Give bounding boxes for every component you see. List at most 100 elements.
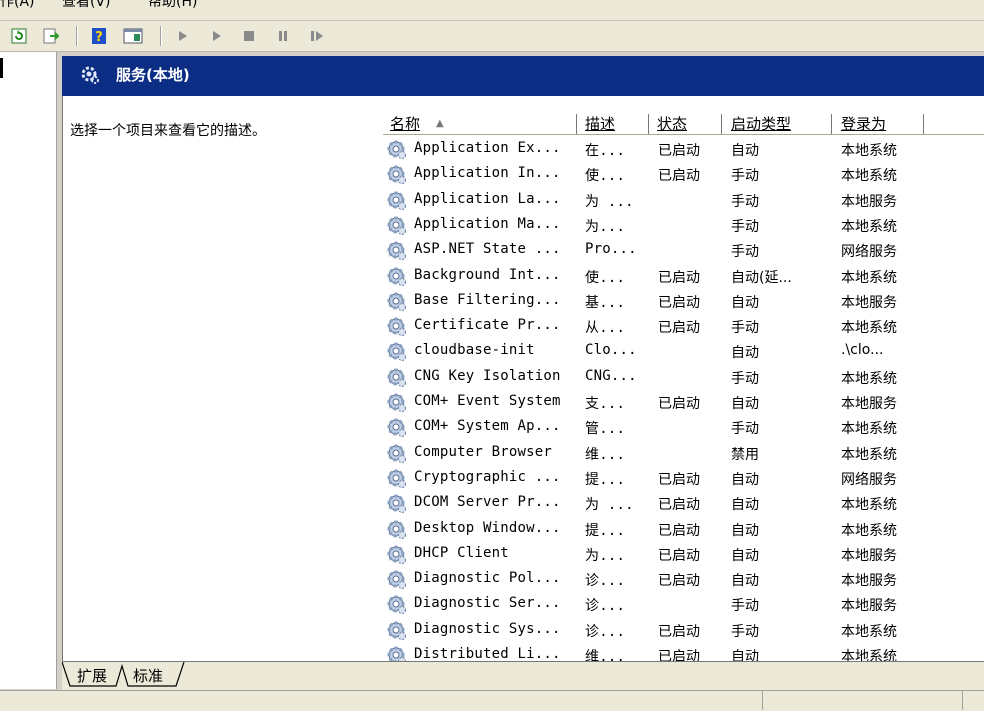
service-logon-as: 本地系统: [841, 320, 897, 337]
service-description: 使...: [585, 168, 626, 185]
service-name: Distributed Li...: [414, 646, 561, 661]
export-list-icon[interactable]: [40, 25, 62, 47]
menu-action[interactable]: 操作(A): [0, 0, 35, 12]
table-row[interactable]: Application Ma... 为... 手动 本地系统: [383, 213, 984, 238]
table-row[interactable]: COM+ System Ap... 管... 手动 本地系统: [383, 415, 984, 440]
service-logon-as: .\clo...: [841, 342, 884, 359]
service-startup-type: 自动: [731, 573, 759, 590]
gear-icon: [386, 392, 408, 414]
service-startup-type: 禁用: [731, 446, 759, 463]
service-startup-type: 手动: [731, 168, 759, 185]
service-description: 诊...: [585, 598, 626, 615]
list-tab-notch: [370, 96, 984, 114]
table-row[interactable]: ASP.NET State ... Pro... 手动 网络服务: [383, 238, 984, 263]
menu-help[interactable]: 帮助(H): [148, 0, 197, 12]
table-row[interactable]: DCOM Server Pr... 为 ... 已启动 自动 本地系统: [383, 491, 984, 516]
resume-service-icon[interactable]: [306, 25, 328, 47]
console-tree[interactable]: [0, 52, 57, 689]
gear-icon: [386, 468, 408, 490]
table-row[interactable]: Cryptographic ... 提... 已启动 自动 网络服务: [383, 466, 984, 491]
service-startup-type: 自动(延...: [731, 269, 792, 286]
menu-view[interactable]: 查看(V): [62, 0, 111, 12]
gear-icon: [386, 266, 408, 288]
service-status: 已启动: [658, 497, 700, 514]
column-header-status[interactable]: 状态: [657, 114, 687, 134]
table-row[interactable]: Background Int... 使... 已启动 自动(延... 本地系统: [383, 264, 984, 289]
table-row[interactable]: Computer Browser 维... 禁用 本地系统: [383, 441, 984, 466]
column-header-name[interactable]: 名称: [390, 114, 420, 134]
column-header-description[interactable]: 描述: [585, 114, 615, 134]
tab-standard[interactable]: 标准: [133, 665, 163, 686]
tab-extended[interactable]: 扩展: [77, 665, 107, 686]
service-description: Clo...: [585, 342, 637, 359]
pause-service-icon[interactable]: [272, 25, 294, 47]
service-logon-as: 本地系统: [841, 623, 897, 640]
service-description: 为...: [585, 218, 626, 235]
service-name: Certificate Pr...: [414, 317, 561, 334]
description-prompt: 选择一个项目来查看它的描述。: [70, 123, 266, 139]
gear-icon: [386, 316, 408, 338]
table-row[interactable]: CNG Key Isolation CNG... 手动 本地系统: [383, 365, 984, 390]
service-description: 提...: [585, 471, 626, 488]
column-header-logon-as[interactable]: 登录为: [841, 114, 886, 134]
service-description: 支...: [585, 396, 626, 412]
gear-icon: [386, 620, 408, 642]
table-row[interactable]: cloudbase-init Clo... 自动 .\clo...: [383, 339, 984, 364]
service-status: 已启动: [658, 269, 700, 286]
service-description: 诊...: [585, 623, 626, 640]
table-row[interactable]: Certificate Pr... 从... 已启动 手动 本地系统: [383, 314, 984, 339]
gear-icon: [386, 341, 408, 363]
menu-bar: 操作(A) 查看(V) 帮助(H): [0, 0, 984, 21]
gear-icon: [386, 190, 408, 212]
services-list[interactable]: Application Ex... 在... 已启动 自动 本地系统 Applicatio…: [383, 137, 984, 661]
service-logon-as: 网络服务: [841, 244, 897, 261]
service-description: 管...: [585, 421, 626, 438]
gear-icon: [80, 65, 100, 85]
service-description: Pro...: [585, 241, 637, 258]
table-row[interactable]: Distributed Li... 维... 已启动 自动 本地系统: [383, 643, 984, 661]
service-logon-as: 本地系统: [841, 522, 897, 539]
table-row[interactable]: Diagnostic Pol... 诊... 已启动 自动 本地服务: [383, 567, 984, 592]
table-row[interactable]: DHCP Client 为... 已启动 自动 本地服务: [383, 542, 984, 567]
help-icon[interactable]: ?: [88, 25, 110, 47]
table-row[interactable]: COM+ Event System 支... 已启动 自动 本地服务: [383, 390, 984, 415]
refresh-icon[interactable]: [8, 25, 30, 47]
gear-icon: [386, 367, 408, 389]
service-logon-as: 本地服务: [841, 193, 897, 210]
service-status: 已启动: [658, 396, 700, 412]
gear-icon: [386, 443, 408, 465]
table-row[interactable]: Diagnostic Sys... 诊... 已启动 手动 本地系统: [383, 618, 984, 643]
start-service-icon[interactable]: [172, 25, 194, 47]
service-logon-as: 本地系统: [841, 168, 897, 185]
service-name: DCOM Server Pr...: [414, 494, 561, 511]
service-logon-as: 本地服务: [841, 598, 897, 615]
service-startup-type: 自动: [731, 345, 759, 362]
svg-text:?: ?: [95, 30, 103, 45]
table-row[interactable]: Application Ex... 在... 已启动 自动 本地系统: [383, 137, 984, 162]
service-name: Diagnostic Pol...: [414, 570, 561, 587]
table-row[interactable]: Application In... 使... 已启动 手动 本地系统: [383, 162, 984, 187]
service-startup-type: 自动: [731, 471, 759, 488]
table-row[interactable]: Base Filtering... 基... 已启动 自动 本地服务: [383, 289, 984, 314]
show-hide-pane-icon[interactable]: [122, 25, 144, 47]
table-row[interactable]: Desktop Window... 提... 已启动 自动 本地系统: [383, 517, 984, 542]
service-startup-type: 手动: [731, 193, 759, 210]
pane-title: 服务(本地): [116, 66, 190, 84]
service-startup-type: 手动: [731, 244, 759, 261]
service-logon-as: 本地系统: [841, 446, 897, 463]
gear-icon: [386, 569, 408, 591]
start-service-alt-icon[interactable]: [206, 25, 228, 47]
service-startup-type: 手动: [731, 370, 759, 387]
service-name: Computer Browser: [414, 443, 553, 460]
service-logon-as: 本地系统: [841, 143, 897, 159]
table-row[interactable]: Diagnostic Ser... 诊... 手动 本地服务: [383, 592, 984, 617]
stop-service-icon[interactable]: [238, 25, 260, 47]
service-status: 已启动: [658, 573, 700, 590]
service-description: 为 ...: [585, 497, 634, 514]
table-row[interactable]: Application La... 为 ... 手动 本地服务: [383, 188, 984, 213]
service-description: 使...: [585, 269, 626, 286]
column-header-startup-type[interactable]: 启动类型: [731, 114, 791, 134]
service-logon-as: 本地服务: [841, 573, 897, 590]
gear-icon: [386, 164, 408, 186]
gear-icon: [386, 417, 408, 439]
